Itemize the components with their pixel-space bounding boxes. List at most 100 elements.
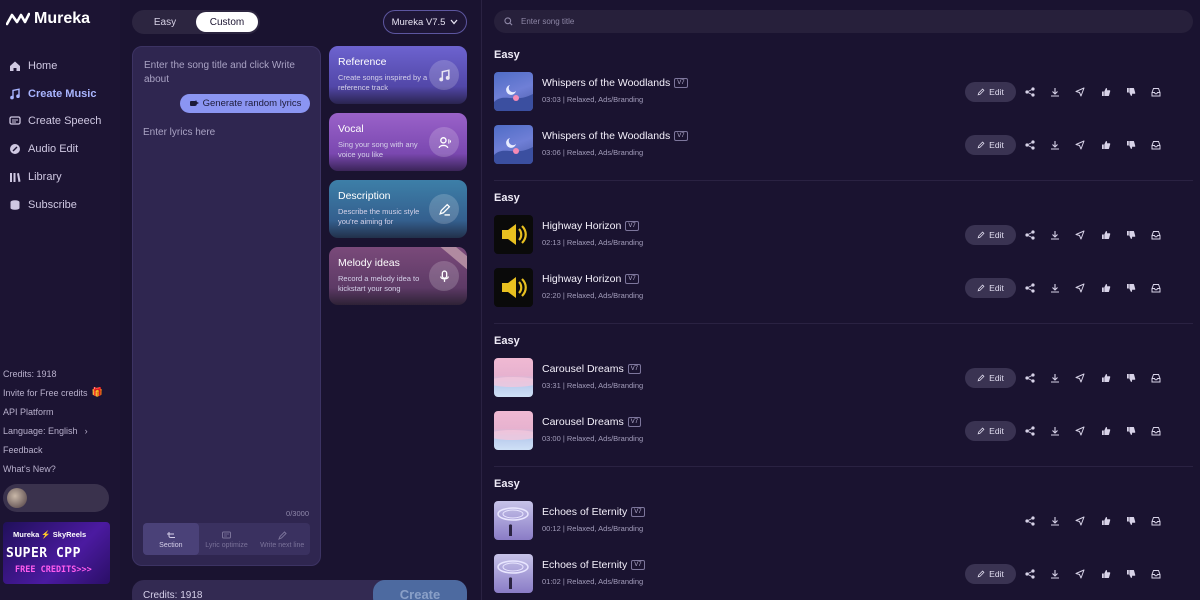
- song-row[interactable]: Whispers of the Woodlands V7 03:03 | Relax…: [494, 72, 1193, 112]
- thumbs-up-button[interactable]: [1099, 138, 1113, 152]
- download-button[interactable]: [1048, 281, 1062, 295]
- feedback-link[interactable]: Feedback: [3, 440, 115, 459]
- thumbs-up-button[interactable]: [1099, 228, 1113, 242]
- api-platform-link[interactable]: API Platform: [3, 402, 115, 421]
- inbox-button[interactable]: [1149, 371, 1163, 385]
- share-button[interactable]: [1023, 424, 1037, 438]
- share-button[interactable]: [1023, 281, 1037, 295]
- thumbs-down-button[interactable]: [1124, 514, 1138, 528]
- thumbs-up-button[interactable]: [1099, 514, 1113, 528]
- tool-write-next-line-button[interactable]: Write next line: [254, 523, 310, 555]
- sidebar-item-create-speech[interactable]: Create Speech: [9, 108, 119, 136]
- promo-banner[interactable]: Mureka ⚡ SkyReels SUPER CPP FREE CREDITS…: [3, 522, 110, 584]
- send-button[interactable]: [1073, 514, 1087, 528]
- thumbs-up-button[interactable]: [1099, 424, 1113, 438]
- send-button[interactable]: [1073, 228, 1087, 242]
- song-row[interactable]: Whispers of the Woodlands V7 03:06 | Relax…: [494, 125, 1193, 165]
- inbox-button[interactable]: [1149, 85, 1163, 99]
- send-button[interactable]: [1073, 85, 1087, 99]
- inbox-button[interactable]: [1149, 138, 1163, 152]
- mode-easy-button[interactable]: Easy: [134, 12, 196, 32]
- send-button[interactable]: [1073, 281, 1087, 295]
- share-button[interactable]: [1023, 138, 1037, 152]
- share-button[interactable]: [1023, 514, 1037, 528]
- thumbs-up-button[interactable]: [1099, 85, 1113, 99]
- song-search[interactable]: [494, 10, 1193, 33]
- share-button[interactable]: [1023, 567, 1037, 581]
- song-cover[interactable]: [494, 72, 533, 111]
- thumbs-down-button[interactable]: [1124, 424, 1138, 438]
- song-cover[interactable]: [494, 501, 533, 540]
- download-button[interactable]: [1048, 371, 1062, 385]
- sidebar-item-subscribe[interactable]: Subscribe: [9, 191, 119, 219]
- song-row[interactable]: Highway Horizon V7 02:13 | Relaxed, Ads/Br…: [494, 215, 1193, 255]
- sidebar-item-library[interactable]: Library: [9, 163, 119, 191]
- song-cover[interactable]: [494, 125, 533, 164]
- inbox-button[interactable]: [1149, 281, 1163, 295]
- thumbs-down-button[interactable]: [1124, 228, 1138, 242]
- card-melody-ideas[interactable]: Melody ideas Record a melody idea to kick…: [329, 247, 467, 305]
- send-button[interactable]: [1073, 424, 1087, 438]
- share-button[interactable]: [1023, 228, 1037, 242]
- download-button[interactable]: [1048, 424, 1062, 438]
- tool-lyric-optimize-button[interactable]: Lyric optimize: [199, 523, 255, 555]
- inbox-button[interactable]: [1149, 424, 1163, 438]
- share-button[interactable]: [1023, 371, 1037, 385]
- mode-custom-button[interactable]: Custom: [196, 12, 258, 32]
- edit-button[interactable]: Edit: [965, 564, 1016, 584]
- thumbs-down-button[interactable]: [1124, 371, 1138, 385]
- download-button[interactable]: [1048, 514, 1062, 528]
- song-cover[interactable]: [494, 411, 533, 450]
- song-row[interactable]: Echoes of Eternity V7 01:02 | Relaxed, Ads…: [494, 554, 1193, 594]
- card-reference[interactable]: Reference Create songs inspired by a refe…: [329, 46, 467, 104]
- sidebar-item-audio-edit[interactable]: Audio Edit: [9, 135, 119, 163]
- edit-button[interactable]: Edit: [965, 278, 1016, 298]
- download-button[interactable]: [1048, 228, 1062, 242]
- thumbs-down-button[interactable]: [1124, 85, 1138, 99]
- card-description[interactable]: Description Describe the music style you'…: [329, 180, 467, 238]
- song-row[interactable]: Carousel Dreams V7 03:00 | Relaxed, Ads/Br…: [494, 411, 1193, 451]
- send-button[interactable]: [1073, 567, 1087, 581]
- thumbs-up-button[interactable]: [1099, 371, 1113, 385]
- song-cover[interactable]: [494, 268, 533, 307]
- create-button[interactable]: Create: [373, 580, 467, 600]
- song-cover[interactable]: [494, 215, 533, 254]
- card-vocal[interactable]: Vocal Sing your song with any voice you l…: [329, 113, 467, 171]
- edit-button[interactable]: Edit: [965, 225, 1016, 245]
- song-row[interactable]: Echoes of Eternity V7 00:12 | Relaxed, Ads…: [494, 501, 1193, 541]
- whats-new-link[interactable]: What's New?: [3, 459, 115, 478]
- inbox-button[interactable]: [1149, 514, 1163, 528]
- song-row[interactable]: Carousel Dreams V7 03:31 | Relaxed, Ads/Br…: [494, 358, 1193, 398]
- send-button[interactable]: [1073, 371, 1087, 385]
- download-button[interactable]: [1048, 567, 1062, 581]
- thumbs-down-button[interactable]: [1124, 281, 1138, 295]
- edit-button[interactable]: Edit: [965, 82, 1016, 102]
- share-button[interactable]: [1023, 85, 1037, 99]
- thumbs-up-button[interactable]: [1099, 281, 1113, 295]
- invite-link[interactable]: Invite for Free credits 🎁: [3, 383, 115, 402]
- edit-button[interactable]: Edit: [965, 135, 1016, 155]
- logo[interactable]: Mureka: [6, 10, 90, 28]
- song-cover[interactable]: [494, 358, 533, 397]
- send-button[interactable]: [1073, 138, 1087, 152]
- thumbs-up-button[interactable]: [1099, 567, 1113, 581]
- song-title-hint[interactable]: Enter the song title and click Write abo…: [144, 59, 312, 87]
- user-profile[interactable]: [3, 484, 109, 512]
- lyrics-input[interactable]: [143, 127, 311, 507]
- edit-button[interactable]: Edit: [965, 368, 1016, 388]
- song-row[interactable]: Highway Horizon V7 02:20 | Relaxed, Ads/Br…: [494, 268, 1193, 308]
- download-button[interactable]: [1048, 85, 1062, 99]
- search-input[interactable]: [521, 17, 1121, 26]
- thumbs-down-button[interactable]: [1124, 567, 1138, 581]
- model-select[interactable]: Mureka V7.5: [383, 10, 467, 34]
- language-selector[interactable]: Language: English ›: [3, 421, 115, 440]
- inbox-button[interactable]: [1149, 228, 1163, 242]
- download-button[interactable]: [1048, 138, 1062, 152]
- tool-section-button[interactable]: Section: [143, 523, 199, 555]
- thumbs-down-button[interactable]: [1124, 138, 1138, 152]
- inbox-button[interactable]: [1149, 567, 1163, 581]
- sidebar-item-home[interactable]: Home: [9, 52, 119, 80]
- sidebar-item-create-music[interactable]: Create Music: [9, 80, 119, 108]
- edit-button[interactable]: Edit: [965, 421, 1016, 441]
- generate-random-lyrics-button[interactable]: Generate random lyrics: [180, 94, 310, 113]
